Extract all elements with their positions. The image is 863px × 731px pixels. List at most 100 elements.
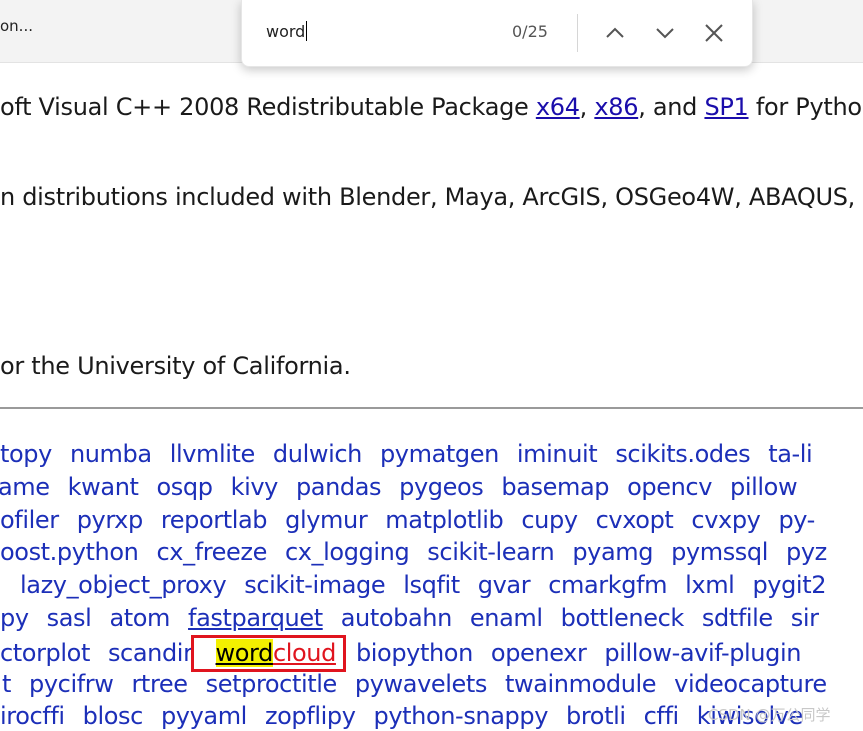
package-link-iminuit[interactable]: iminuit xyxy=(517,440,598,468)
package-row-3: ofiler pyrxp reportlab glymur matplotlib cupy… xyxy=(0,506,833,534)
package-row-9: irocffi blosc pyyaml zopflipy python-snappy b… xyxy=(0,702,821,730)
package-link-lsqfit[interactable]: lsqfit xyxy=(403,571,460,599)
package-link-pyrxp[interactable]: pyrxp xyxy=(77,506,144,534)
package-link-sasl[interactable]: sasl xyxy=(47,604,92,632)
package-link-pyz[interactable]: pyz xyxy=(786,538,827,566)
package-link-pandas[interactable]: pandas xyxy=(296,473,382,501)
package-link-enaml[interactable]: enaml xyxy=(470,604,543,632)
divider xyxy=(577,14,578,52)
package-link-zopflipy[interactable]: zopflipy xyxy=(265,702,356,730)
package-link-bottleneck[interactable]: bottleneck xyxy=(561,604,685,632)
package-link-ctorplot[interactable]: ctorplot xyxy=(0,639,90,667)
package-link-pygit2[interactable]: pygit2 xyxy=(752,571,826,599)
university-line: or the University of California. xyxy=(0,352,351,380)
row7-before: ctorplot scandir xyxy=(0,639,211,667)
package-link-cvxpy[interactable]: cvxpy xyxy=(691,506,760,534)
package-link-cmarkgfm[interactable]: cmarkgfm xyxy=(548,571,667,599)
package-link-t[interactable]: t xyxy=(2,670,11,698)
package-link-lazy-object-proxy[interactable]: lazy_object_proxy xyxy=(20,571,227,599)
package-link-brotli[interactable]: brotli xyxy=(566,702,626,730)
search-highlight: word xyxy=(215,639,273,667)
package-row-6: py sasl atom fastparquet autobahn enaml bottle… xyxy=(0,604,837,632)
package-link-wordcloud[interactable]: wordcloud xyxy=(215,639,336,667)
package-link-pygeos[interactable]: pygeos xyxy=(399,473,484,501)
package-link-basemap[interactable]: basemap xyxy=(501,473,609,501)
package-link-glymur[interactable]: glymur xyxy=(285,506,368,534)
package-link-cx-logging[interactable]: cx_logging xyxy=(285,538,410,566)
package-link-ame[interactable]: ame xyxy=(0,473,50,501)
package-link-topy[interactable]: topy xyxy=(0,440,52,468)
find-in-page-bar: word 0/25 xyxy=(241,0,753,67)
package-link-lxml[interactable]: lxml xyxy=(685,571,735,599)
close-find-button[interactable] xyxy=(700,19,728,47)
package-link-pillow-avif-plugin[interactable]: pillow-avif-plugin xyxy=(604,639,801,667)
package-link-sdtfile[interactable]: sdtfile xyxy=(702,604,773,632)
package-link-pyyaml[interactable]: pyyaml xyxy=(161,702,247,730)
package-link-pyamg[interactable]: pyamg xyxy=(572,538,653,566)
package-link-pycifrw[interactable]: pycifrw xyxy=(29,670,114,698)
package-link-ofiler[interactable]: ofiler xyxy=(0,506,59,534)
package-link-scikit-learn[interactable]: scikit-learn xyxy=(427,538,554,566)
package-link-kivy[interactable]: kivy xyxy=(231,473,279,501)
package-link-pymatgen[interactable]: pymatgen xyxy=(380,440,499,468)
package-link-cx-freeze[interactable]: cx_freeze xyxy=(156,538,267,566)
package-link-blosc[interactable]: blosc xyxy=(83,702,144,730)
package-link-cvxopt[interactable]: cvxopt xyxy=(596,506,674,534)
package-link-scikits-odes[interactable]: scikits.odes xyxy=(615,440,750,468)
package-link-oost-python[interactable]: oost.python xyxy=(0,538,139,566)
package-link-rtree[interactable]: rtree xyxy=(131,670,188,698)
package-link-videocapture[interactable]: videocapture xyxy=(674,670,827,698)
current-match-box: wordcloud xyxy=(190,635,346,672)
package-link-atom[interactable]: atom xyxy=(109,604,170,632)
package-link-pywavelets[interactable]: pywavelets xyxy=(355,670,487,698)
find-input[interactable]: word xyxy=(266,21,308,41)
package-link-scikit-image[interactable]: scikit-image xyxy=(244,571,385,599)
package-link-openexr[interactable]: openexr xyxy=(491,639,587,667)
package-link-pymssql[interactable]: pymssql xyxy=(671,538,768,566)
line1-suffix: for Pythor xyxy=(748,93,863,121)
package-link-gvar[interactable]: gvar xyxy=(478,571,531,599)
package-link-python-snappy[interactable]: python-snappy xyxy=(374,702,549,730)
package-link-reportlab[interactable]: reportlab xyxy=(161,506,268,534)
match-rest: cloud xyxy=(272,639,336,667)
package-link-osqp[interactable]: osqp xyxy=(157,473,213,501)
distributions-line: n distributions included with Blender, M… xyxy=(0,183,855,211)
package-link-kwant[interactable]: kwant xyxy=(68,473,139,501)
tab-title[interactable]: on... xyxy=(0,17,33,35)
line1-sep1: , xyxy=(579,93,595,121)
package-link-llvmlite[interactable]: llvmlite xyxy=(170,440,256,468)
row7-after: biopython openexr pillow-avif-plugin xyxy=(356,639,819,667)
match-count: 0/25 xyxy=(512,22,548,41)
link-x86[interactable]: x86 xyxy=(594,93,638,121)
package-row-1: topy numba llvmlite dulwich pymatgen iminuit s… xyxy=(0,440,830,468)
package-link-py-[interactable]: py- xyxy=(778,506,815,534)
package-row-5: lazy_object_proxy scikit-image lsqfit gvar c… xyxy=(20,571,844,599)
package-link-fastparquet[interactable]: fastparquet xyxy=(188,604,323,632)
package-row-4: oost.python cx_freeze cx_logging scikit-lea… xyxy=(0,538,845,566)
package-link-cffi[interactable]: cffi xyxy=(644,702,680,730)
package-link-twainmodule[interactable]: twainmodule xyxy=(505,670,657,698)
package-link-pillow[interactable]: pillow xyxy=(730,473,798,501)
watermark: CSDN @万公同学 xyxy=(708,706,831,724)
package-link-py[interactable]: py xyxy=(0,604,29,632)
section-divider xyxy=(0,407,863,409)
package-link-biopython[interactable]: biopython xyxy=(356,639,473,667)
package-link-opencv[interactable]: opencv xyxy=(627,473,712,501)
package-link-irocffi[interactable]: irocffi xyxy=(0,702,65,730)
previous-match-button[interactable] xyxy=(601,19,629,47)
link-x64[interactable]: x64 xyxy=(536,93,580,121)
package-link-scandir[interactable]: scandir xyxy=(108,639,193,667)
package-link-dulwich[interactable]: dulwich xyxy=(273,440,362,468)
next-match-button[interactable] xyxy=(651,19,679,47)
redistributable-line: oft Visual C++ 2008 Redistributable Pack… xyxy=(0,93,863,121)
package-link-numba[interactable]: numba xyxy=(70,440,152,468)
chevron-up-icon xyxy=(606,27,624,38)
package-link-cupy[interactable]: cupy xyxy=(521,506,578,534)
link-sp1[interactable]: SP1 xyxy=(704,93,748,121)
package-link-ta-li[interactable]: ta-li xyxy=(768,440,813,468)
package-link-setproctitle[interactable]: setproctitle xyxy=(206,670,338,698)
package-link-autobahn[interactable]: autobahn xyxy=(341,604,453,632)
package-link-matplotlib[interactable]: matplotlib xyxy=(385,506,503,534)
package-link-sir[interactable]: sir xyxy=(791,604,819,632)
line1-sep2: , and xyxy=(638,93,705,121)
